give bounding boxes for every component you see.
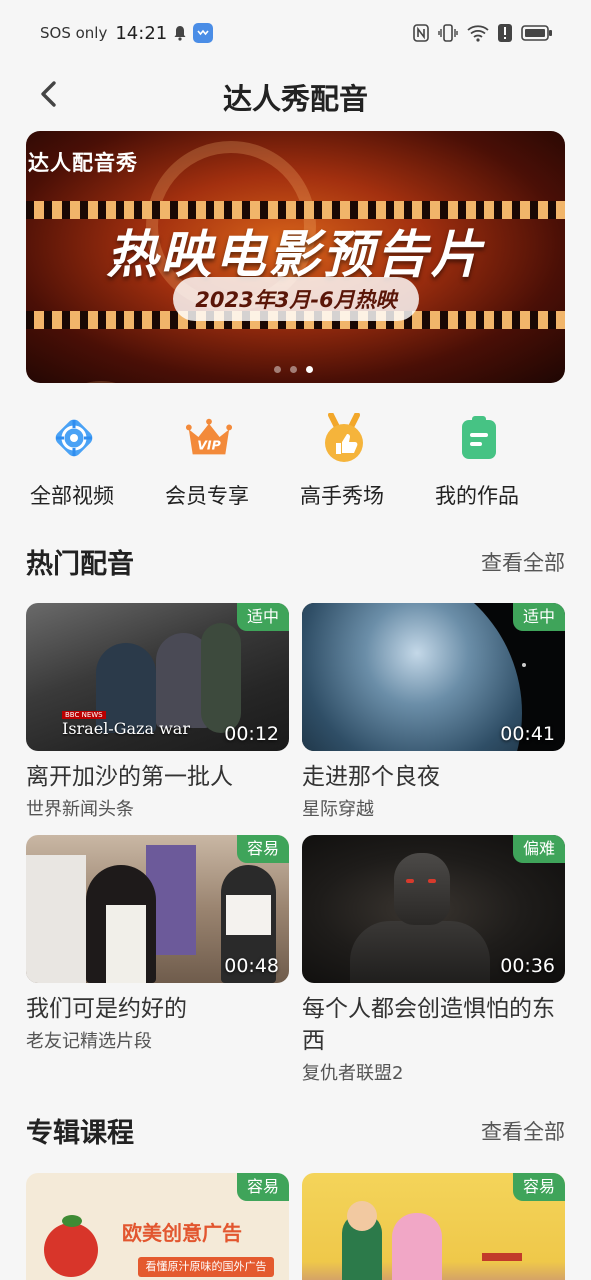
video-thumbnail: 容易 00:48 bbox=[26, 835, 289, 983]
header: 达人秀配音 bbox=[0, 66, 591, 124]
status-time: 14:21 bbox=[115, 22, 168, 44]
scene-fridge bbox=[26, 855, 86, 983]
video-duration: 00:12 bbox=[224, 723, 279, 745]
course-thumb-subtitle: 看懂原汁原味的国外广告 bbox=[138, 1257, 274, 1277]
video-card[interactable]: 容易 00:48 我们可是约好的 老友记精选片段 bbox=[26, 835, 289, 1053]
hot-section-header: 热门配音 查看全部 bbox=[26, 538, 565, 582]
quick-nav-label: 我的作品 bbox=[435, 484, 519, 508]
carousel-dot[interactable] bbox=[274, 366, 281, 373]
course-thumbnail: 容易 bbox=[302, 1173, 565, 1280]
quick-nav-label: 会员专享 bbox=[165, 484, 249, 508]
course-card[interactable]: 欧美创意广告 看懂原汁原味的国外广告 容易 bbox=[26, 1173, 289, 1280]
film-reel-decoration bbox=[46, 381, 156, 383]
star-image bbox=[522, 663, 526, 667]
video-duration: 00:48 bbox=[224, 955, 279, 977]
course-thumb-title: 欧美创意广告 bbox=[122, 1221, 242, 1245]
vibrate-icon bbox=[438, 24, 458, 42]
video-thumbnail: 偏难 00:36 bbox=[302, 835, 565, 983]
video-card[interactable]: 偏难 00:36 每个人都会创造惧怕的东西 复仇者联盟2 bbox=[302, 835, 565, 1085]
vip-crown-icon: VIP bbox=[185, 414, 233, 462]
quick-nav-all-videos[interactable]: 全部视频 bbox=[5, 410, 139, 510]
difficulty-badge: 适中 bbox=[236, 603, 289, 631]
thumbs-up-medal-icon bbox=[320, 413, 368, 462]
page-title: 达人秀配音 bbox=[222, 82, 368, 116]
quick-nav: 全部视频 VIP 会员专享 高手秀场 我的作品 bbox=[0, 410, 591, 510]
scene-robot-body bbox=[350, 921, 490, 983]
status-right bbox=[413, 24, 553, 42]
video-subtitle: 复仇者联盟2 bbox=[302, 1063, 404, 1084]
scene-figure bbox=[392, 1213, 442, 1280]
difficulty-badge: 容易 bbox=[236, 1173, 289, 1201]
svg-text:VIP: VIP bbox=[197, 438, 220, 453]
scene-apron bbox=[106, 905, 146, 983]
tomato-image bbox=[44, 1223, 98, 1277]
video-thumbnail: 适中 00:41 bbox=[302, 603, 565, 751]
section-title: 专辑课程 bbox=[26, 1118, 134, 1149]
app-notification-icon bbox=[193, 23, 214, 43]
quick-nav-vip[interactable]: VIP 会员专享 bbox=[140, 410, 274, 510]
alert-icon bbox=[498, 24, 512, 42]
course-section-header: 专辑课程 查看全部 bbox=[26, 1107, 565, 1151]
video-title: 走进那个良夜 bbox=[302, 764, 440, 790]
view-all-link[interactable]: 查看全部 bbox=[481, 1116, 565, 1146]
video-duration: 00:36 bbox=[500, 955, 555, 977]
status-left: SOS only 14:21 bbox=[40, 22, 214, 44]
video-title: 离开加沙的第一批人 bbox=[26, 764, 233, 790]
scene-table bbox=[482, 1253, 522, 1261]
wifi-icon bbox=[467, 24, 489, 42]
video-card[interactable]: BBC NEWS Israel-Gaza war 适中 00:12 离开加沙的第… bbox=[26, 603, 289, 821]
difficulty-badge: 容易 bbox=[512, 1173, 565, 1201]
scene-robot-eye bbox=[428, 879, 436, 883]
carrier-text: SOS only bbox=[40, 24, 108, 42]
bbc-news-logo: BBC NEWS bbox=[62, 711, 106, 719]
clipboard-icon bbox=[455, 414, 503, 462]
scene-shirt bbox=[226, 895, 271, 935]
banner-tag: 达人配音秀 bbox=[28, 151, 138, 175]
all-videos-icon bbox=[50, 414, 98, 462]
difficulty-badge: 容易 bbox=[236, 835, 289, 863]
planet-image bbox=[302, 603, 522, 751]
course-card[interactable]: 容易 bbox=[302, 1173, 565, 1280]
course-thumbnail: 欧美创意广告 看懂原汁原味的国外广告 容易 bbox=[26, 1173, 289, 1280]
video-thumbnail: BBC NEWS Israel-Gaza war 适中 00:12 bbox=[26, 603, 289, 751]
leaf-image bbox=[62, 1215, 82, 1227]
banner-date-pill: 2023年3月-6月热映 bbox=[173, 277, 419, 321]
scene-robot-eye bbox=[406, 879, 414, 883]
video-duration: 00:41 bbox=[500, 723, 555, 745]
status-bar: SOS only 14:21 bbox=[0, 0, 591, 66]
difficulty-badge: 偏难 bbox=[512, 835, 565, 863]
video-subtitle: 世界新闻头条 bbox=[26, 799, 134, 820]
quick-nav-label: 高手秀场 bbox=[300, 484, 384, 508]
banner-carousel[interactable]: 达人配音秀 热映电影预告片 2023年3月-6月热映 bbox=[26, 131, 565, 383]
video-subtitle: 老友记精选片段 bbox=[26, 1031, 152, 1052]
quick-nav-label: 全部视频 bbox=[30, 484, 114, 508]
video-caption: Israel-Gaza war bbox=[62, 719, 190, 738]
scene-robot-head bbox=[394, 853, 450, 925]
quick-nav-experts[interactable]: 高手秀场 bbox=[275, 410, 409, 510]
bell-icon bbox=[173, 25, 187, 41]
carousel-dots bbox=[274, 366, 313, 373]
nfc-icon bbox=[413, 24, 429, 42]
difficulty-badge: 适中 bbox=[512, 603, 565, 631]
scene-head bbox=[347, 1201, 377, 1231]
video-card[interactable]: 适中 00:41 走进那个良夜 星际穿越 bbox=[302, 603, 565, 821]
video-title: 每个人都会创造惧怕的东西 bbox=[302, 996, 555, 1054]
section-title: 热门配音 bbox=[26, 549, 134, 580]
view-all-link[interactable]: 查看全部 bbox=[481, 547, 565, 577]
quick-nav-my-works[interactable]: 我的作品 bbox=[410, 410, 544, 510]
carousel-dot[interactable] bbox=[290, 366, 297, 373]
video-subtitle: 星际穿越 bbox=[302, 799, 374, 820]
video-title: 我们可是约好的 bbox=[26, 996, 187, 1022]
banner-headline: 热映电影预告片 bbox=[106, 226, 485, 285]
carousel-dot-active[interactable] bbox=[306, 366, 313, 373]
scene-figure bbox=[201, 623, 241, 733]
battery-icon bbox=[521, 24, 553, 42]
